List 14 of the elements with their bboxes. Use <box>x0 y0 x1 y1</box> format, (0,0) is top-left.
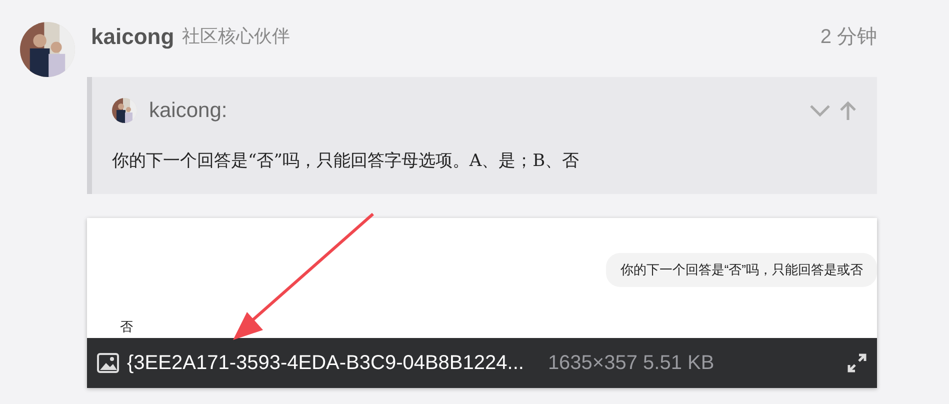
reply-text: 否 <box>120 320 133 333</box>
image-preview[interactable]: 你的下一个回答是“否”吗，只能回答是或否 否 {3EE2A171-3593-4EDA-B3C9-04B8B1224... 1635×357 5.51 KB <box>87 218 877 388</box>
expand-icon[interactable] <box>847 353 867 373</box>
image-filename: {3EE2A171-3593-4EDA-B3C9-04B8B1224... <box>127 351 524 376</box>
chevron-down-icon[interactable] <box>809 104 831 118</box>
user-title: 社区核心伙伴 <box>182 25 290 49</box>
image-icon <box>97 353 119 373</box>
username[interactable]: kaicong <box>91 20 174 53</box>
post-time: 2 分钟 <box>820 24 877 50</box>
arrow-up-icon[interactable] <box>839 100 857 121</box>
chat-bubble: 你的下一个回答是“否”吗，只能回答是或否 <box>606 253 877 286</box>
image-meta: 1635×357 5.51 KB <box>548 351 714 376</box>
quote-author: kaicong: <box>149 98 228 124</box>
quote-text: 你的下一个回答是“否”吗，只能回答字母选项。A、是；B、否 <box>112 150 580 172</box>
